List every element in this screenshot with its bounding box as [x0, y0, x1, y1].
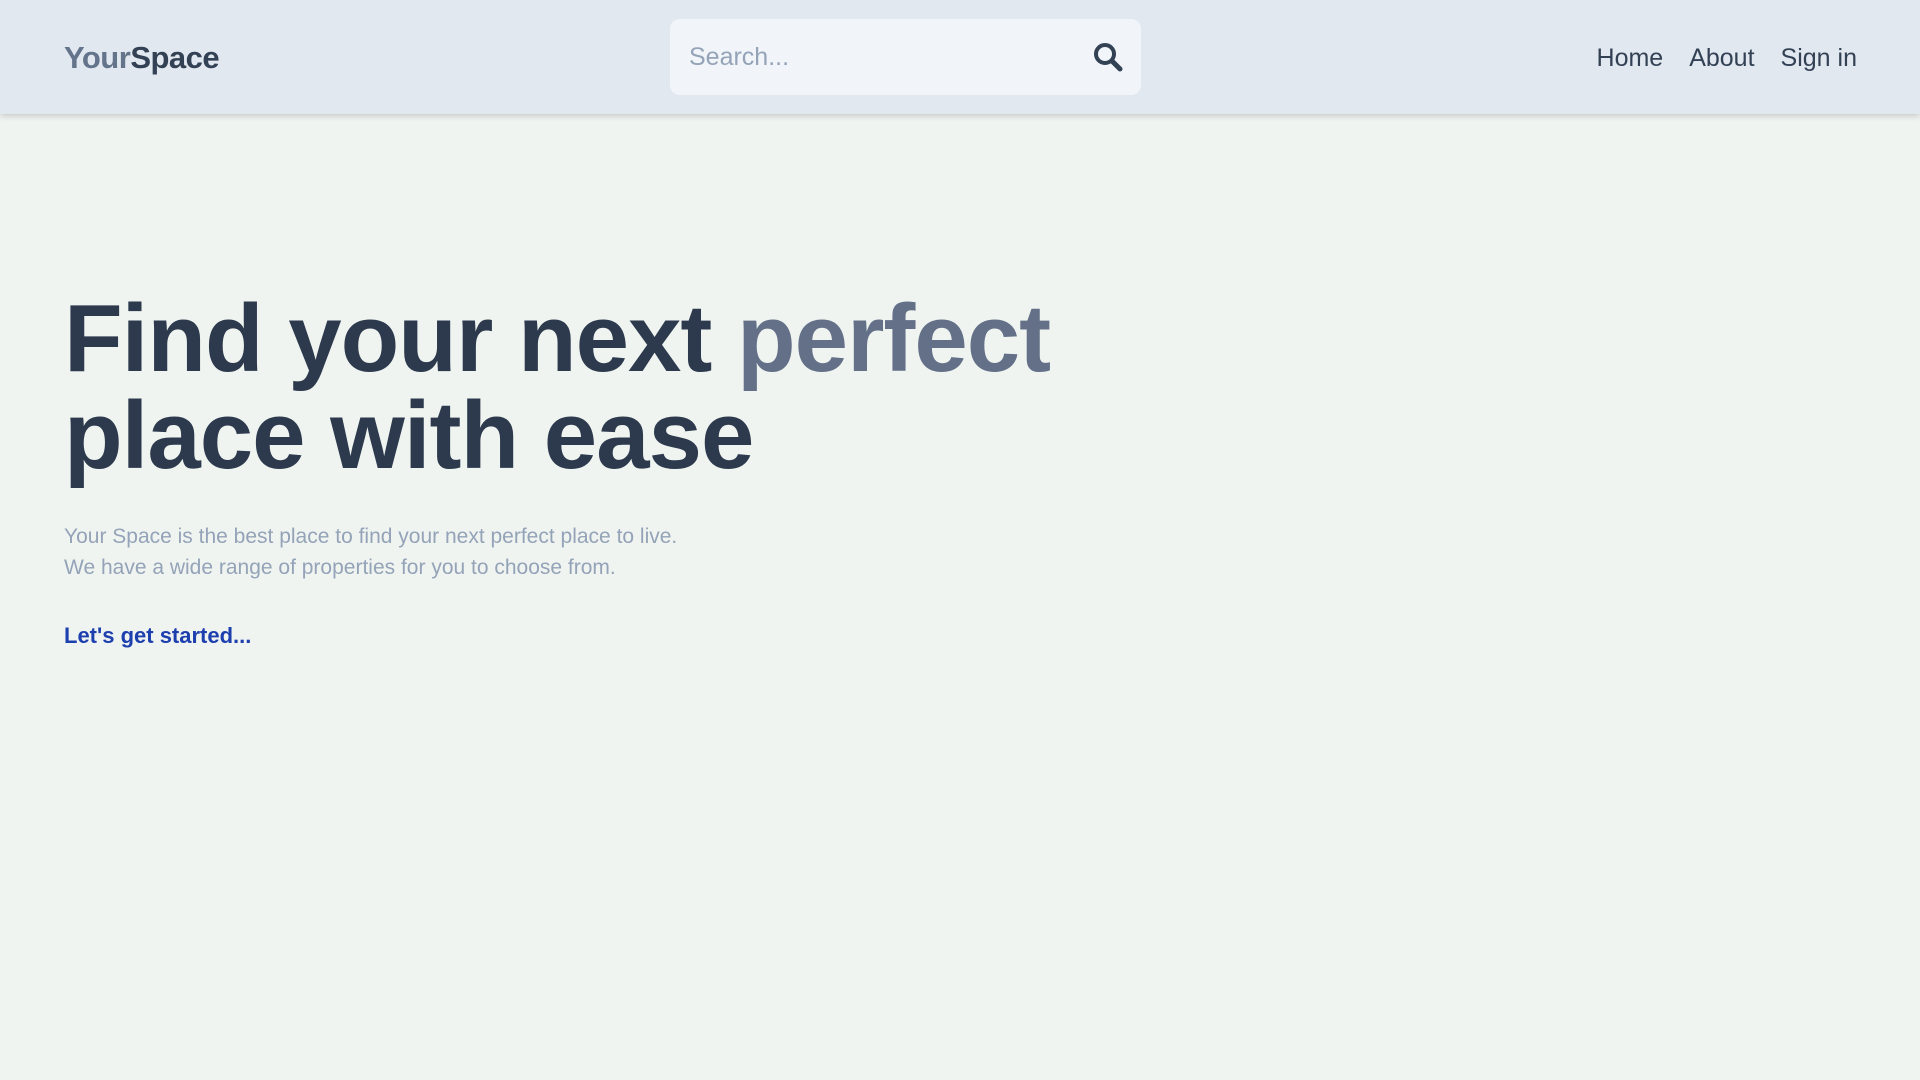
- nav-link-sign-in[interactable]: Sign in: [1781, 40, 1857, 76]
- nav-links: Home About Sign in: [1597, 40, 1857, 76]
- nav-link-about[interactable]: About: [1689, 40, 1754, 76]
- get-started-link[interactable]: Let's get started...: [64, 623, 251, 649]
- subtext-line-2: We have a wide range of properties for y…: [64, 556, 616, 579]
- search-box: [670, 19, 1141, 95]
- logo-part-space: Space: [130, 40, 220, 75]
- headline-part-2: place with ease: [64, 382, 754, 489]
- logo[interactable]: YourSpace: [64, 38, 220, 78]
- search-icon[interactable]: [1090, 39, 1126, 75]
- subtext-line-1: Your Space is the best place to find you…: [64, 525, 678, 548]
- search-input[interactable]: [689, 19, 1069, 95]
- headline-part-1: Find your next: [64, 285, 738, 392]
- hero-headline: Find your next perfect place with ease: [64, 290, 1164, 484]
- hero-subtext: Your Space is the best place to find you…: [64, 521, 1164, 583]
- nav-link-home[interactable]: Home: [1597, 40, 1664, 76]
- headline-accent: perfect: [737, 285, 1051, 392]
- hero-section: Find your next perfect place with ease Y…: [64, 290, 1164, 649]
- logo-part-your: Your: [64, 40, 131, 75]
- navbar: YourSpace Home About Sign in: [0, 0, 1920, 114]
